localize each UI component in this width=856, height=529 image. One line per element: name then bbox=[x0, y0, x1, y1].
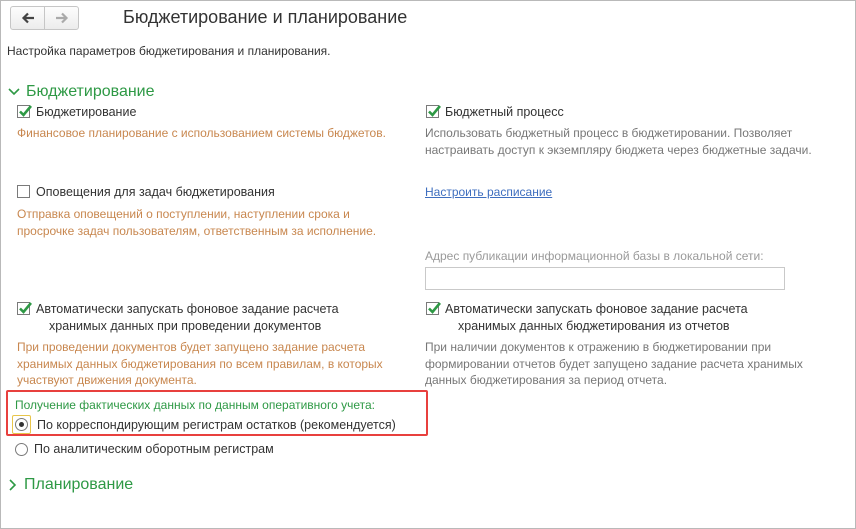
section-planning-label: Планирование bbox=[24, 476, 134, 493]
budget-process-label: Бюджетный процесс bbox=[445, 105, 564, 119]
auto-on-documents-label-line2: хранимых данных при проведении документо… bbox=[49, 319, 322, 333]
checkmark-icon bbox=[19, 105, 32, 117]
auto-on-documents-description: При проведении документов будет запущено… bbox=[17, 340, 383, 387]
auto-from-reports-option[interactable]: Автоматически запускать фоновое задание … bbox=[426, 301, 748, 335]
publication-address-input[interactable] bbox=[425, 267, 785, 290]
navigation-buttons bbox=[10, 6, 79, 30]
auto-from-reports-checkbox[interactable] bbox=[426, 302, 441, 315]
section-planning-header[interactable]: Планирование bbox=[8, 476, 133, 494]
page-title: Бюджетирование и планирование bbox=[123, 7, 408, 27]
auto-on-documents-checkbox[interactable] bbox=[17, 302, 32, 315]
notifications-label: Оповещения для задач бюджетирования bbox=[36, 185, 275, 199]
section-budgeting-header[interactable]: Бюджетирование bbox=[8, 83, 155, 101]
auto-from-reports-description: При наличии документов к отражению в бюд… bbox=[425, 340, 803, 387]
budgeting-option[interactable]: Бюджетирование bbox=[17, 104, 136, 121]
arrow-right-icon bbox=[55, 12, 68, 24]
page-subtitle: Настройка параметров бюджетирования и пл… bbox=[7, 44, 331, 58]
auto-from-reports-label: Автоматически запускать фоновое задание … bbox=[445, 301, 748, 335]
auto-from-reports-label-line2: хранимых данных бюджетирования из отчето… bbox=[458, 319, 730, 333]
section-budgeting-label: Бюджетирование bbox=[26, 83, 155, 100]
chevron-down-icon bbox=[8, 88, 20, 96]
arrow-left-icon bbox=[21, 12, 34, 24]
budgeting-description: Финансовое планирование с использованием… bbox=[17, 126, 386, 140]
budget-process-description: Использовать бюджетный процесс в бюджети… bbox=[425, 126, 812, 157]
configure-schedule-link[interactable]: Настроить расписание bbox=[425, 185, 552, 199]
chevron-right-icon bbox=[9, 479, 17, 491]
auto-on-documents-label-line1: Автоматически запускать фоновое задание … bbox=[36, 302, 339, 316]
budgeting-label: Бюджетирование bbox=[36, 105, 137, 119]
budgeting-checkbox[interactable] bbox=[17, 105, 32, 118]
checkmark-icon bbox=[428, 302, 441, 314]
auto-on-documents-label: Автоматически запускать фоновое задание … bbox=[36, 301, 339, 335]
actual-data-radio-analytic[interactable] bbox=[15, 442, 28, 456]
back-button[interactable] bbox=[11, 7, 44, 29]
auto-from-reports-label-line1: Автоматически запускать фоновое задание … bbox=[445, 302, 748, 316]
highlight-annotation bbox=[6, 390, 428, 436]
checkmark-icon bbox=[19, 302, 32, 314]
actual-data-option-analytic[interactable]: По аналитическим оборотным регистрам bbox=[15, 442, 274, 456]
notifications-checkbox[interactable] bbox=[17, 185, 30, 198]
forward-button[interactable] bbox=[44, 7, 78, 29]
auto-on-documents-option[interactable]: Автоматически запускать фоновое задание … bbox=[17, 301, 339, 335]
checkmark-icon bbox=[428, 105, 441, 117]
notifications-option[interactable]: Оповещения для задач бюджетирования bbox=[17, 184, 275, 201]
publication-address-label: Адрес публикации информационной базы в л… bbox=[425, 249, 764, 263]
notifications-description: Отправка оповещений о поступлении, насту… bbox=[17, 207, 377, 238]
budget-process-checkbox[interactable] bbox=[426, 105, 441, 118]
settings-window: Бюджетирование и планирование Настройка … bbox=[0, 0, 856, 529]
budget-process-option[interactable]: Бюджетный процесс bbox=[426, 104, 564, 121]
actual-data-option-analytic-label: По аналитическим оборотным регистрам bbox=[34, 442, 274, 456]
